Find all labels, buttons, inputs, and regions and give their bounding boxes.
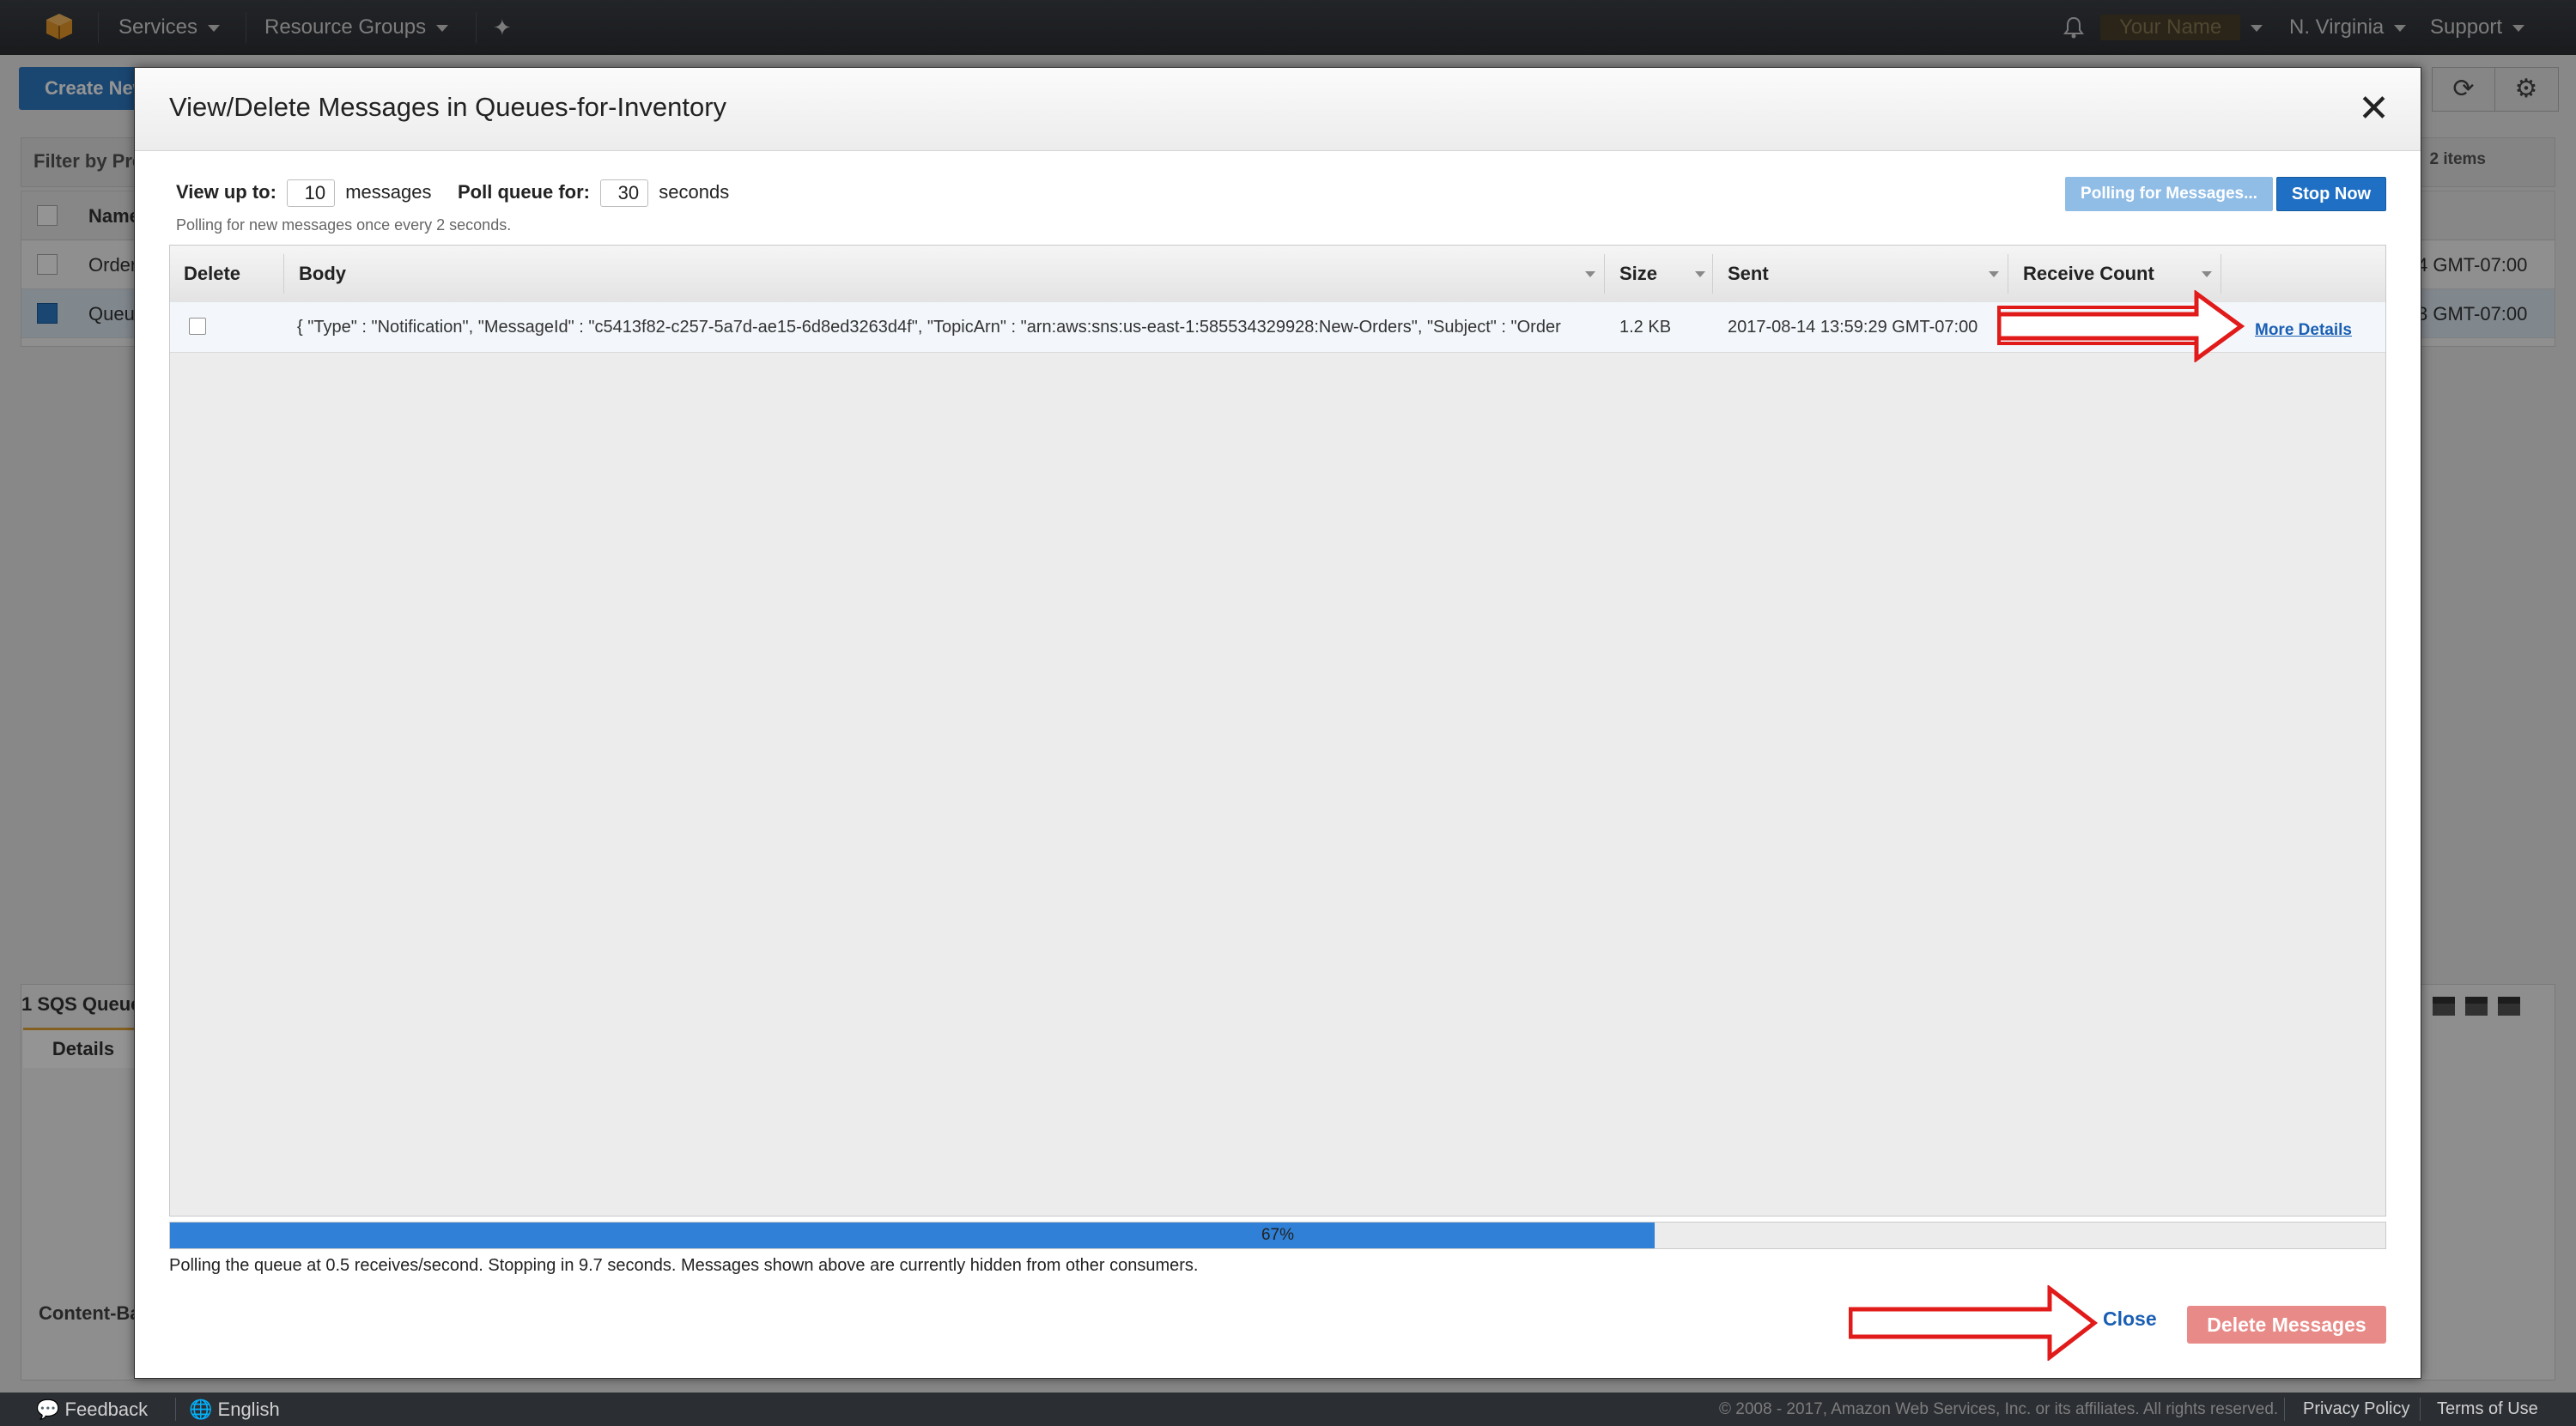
footer-divider — [2284, 1398, 2285, 1421]
close-button[interactable]: Close — [2103, 1308, 2157, 1331]
column-divider — [1604, 254, 1605, 294]
speech-bubble-icon: 💬 — [36, 1399, 60, 1420]
seconds-label: seconds — [659, 180, 730, 203]
dialog-header: View/Delete Messages in Queues-for-Inven… — [135, 68, 2421, 151]
delete-column-header[interactable]: Delete — [184, 246, 240, 302]
messages-label: messages — [345, 180, 432, 203]
view-delete-messages-dialog: View/Delete Messages in Queues-for-Inven… — [134, 67, 2421, 1379]
sort-caret-icon[interactable] — [1695, 271, 1705, 277]
polling-progress-bar: 67% — [169, 1222, 2386, 1249]
polling-status-text: Polling the queue at 0.5 receives/second… — [169, 1256, 1199, 1275]
polling-for-messages-button[interactable]: Polling for Messages... — [2065, 177, 2273, 211]
view-up-to-label: View up to: — [176, 180, 276, 203]
more-details-link[interactable]: More Details — [2255, 305, 2352, 355]
message-body: { "Type" : "Notification", "MessageId" :… — [297, 318, 1561, 337]
footer-bar: 💬 Feedback 🌐 English © 2008 - 2017, Amaz… — [0, 1393, 2576, 1426]
close-icon[interactable]: ✕ — [2358, 85, 2390, 133]
footer-divider — [175, 1398, 176, 1421]
dialog-title: View/Delete Messages in Queues-for-Inven… — [169, 92, 727, 122]
message-size: 1.2 KB — [1619, 318, 1672, 337]
footer-divider — [2420, 1398, 2421, 1421]
column-divider — [1712, 254, 1713, 294]
body-column-header[interactable]: Body — [299, 246, 346, 302]
view-up-to-control: View up to: 10 messages — [176, 179, 431, 207]
sent-column-header[interactable]: Sent — [1728, 246, 1769, 302]
stop-now-button[interactable]: Stop Now — [2276, 177, 2386, 211]
progress-percent: 67% — [1261, 1226, 1295, 1244]
sort-caret-icon[interactable] — [1989, 271, 1999, 277]
message-sent: 2017-08-14 13:59:29 GMT-07:00 — [1728, 318, 1978, 337]
language-selector[interactable]: 🌐 English — [189, 1393, 280, 1426]
globe-icon: 🌐 — [189, 1399, 213, 1420]
copyright-text: © 2008 - 2017, Amazon Web Services, Inc.… — [1719, 1400, 2279, 1418]
feedback-label: Feedback — [64, 1399, 149, 1420]
annotation-arrow-icon — [1849, 1285, 2099, 1361]
delete-message-checkbox[interactable] — [189, 318, 206, 335]
sort-caret-icon[interactable] — [2202, 271, 2212, 277]
privacy-policy-link[interactable]: Privacy Policy — [2303, 1393, 2409, 1426]
poll-queue-input[interactable]: 30 — [600, 179, 649, 207]
messages-grid: Delete Body Size Sent Receive Count { "T… — [169, 245, 2386, 1217]
terms-of-use-link[interactable]: Terms of Use — [2437, 1393, 2538, 1426]
view-up-to-input[interactable]: 10 — [287, 179, 336, 207]
annotation-arrow-icon — [1997, 290, 2245, 362]
poll-queue-control: Poll queue for: 30 seconds — [458, 179, 729, 207]
sort-caret-icon[interactable] — [1585, 271, 1595, 277]
language-label: English — [217, 1399, 280, 1420]
size-column-header[interactable]: Size — [1619, 246, 1657, 302]
polling-note: Polling for new messages once every 2 se… — [176, 216, 512, 234]
poll-queue-label: Poll queue for: — [458, 180, 590, 203]
column-divider — [283, 254, 284, 294]
more-details-label: More Details — [2255, 321, 2352, 339]
feedback-link[interactable]: 💬 Feedback — [36, 1393, 148, 1426]
delete-messages-button[interactable]: Delete Messages — [2187, 1306, 2386, 1344]
